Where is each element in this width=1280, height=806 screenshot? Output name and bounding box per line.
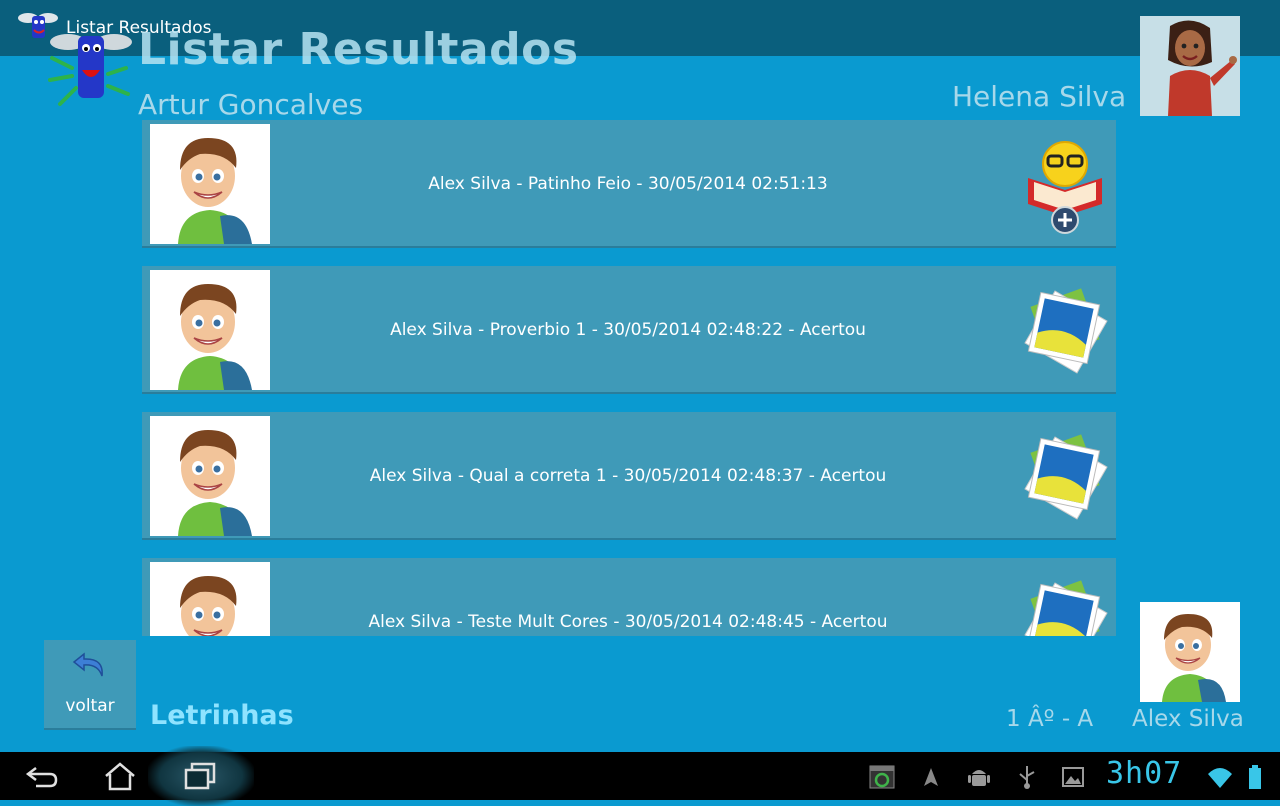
student-avatar-icon — [178, 430, 252, 536]
usb-icon — [1019, 766, 1035, 789]
home-icon[interactable] — [100, 760, 140, 792]
system-navigation-bar: 3h07 — [0, 746, 1280, 806]
android-debug-icon — [968, 770, 990, 786]
back-button-label: voltar — [65, 696, 115, 716]
result-row[interactable]: Alex Silva - Teste Mult Cores - 30/05/20… — [142, 558, 1116, 636]
student-avatar-icon — [178, 284, 252, 390]
back-icon[interactable] — [22, 760, 62, 792]
picture-stack-icon — [1024, 434, 1108, 520]
student-thumbnail — [150, 124, 270, 244]
student-thumbnail — [150, 562, 270, 636]
gallery-icon — [1062, 767, 1084, 787]
battery-icon — [1249, 765, 1261, 789]
result-text: Alex Silva - Patinho Feio - 30/05/2014 0… — [428, 174, 828, 194]
recent-apps-icon[interactable] — [180, 760, 220, 792]
picture-stack-icon — [1024, 288, 1108, 374]
letrinhas-logo-icon — [48, 34, 132, 106]
result-row[interactable]: Alex Silva - Proverbio 1 - 30/05/2014 02… — [142, 266, 1116, 394]
result-row[interactable]: Alex Silva - Patinho Feio - 30/05/2014 0… — [142, 120, 1116, 248]
teacher-avatar[interactable] — [1140, 16, 1240, 116]
app-name: Letrinhas — [150, 700, 294, 731]
result-row[interactable]: Alex Silva - Qual a correta 1 - 30/05/20… — [142, 412, 1116, 540]
clock: 3h07 — [1106, 756, 1183, 791]
teacher-name-left: Artur Goncalves — [138, 88, 364, 121]
wifi-icon — [1208, 768, 1232, 788]
result-text: Alex Silva - Proverbio 1 - 30/05/2014 02… — [390, 320, 866, 340]
student-name: Alex Silva — [1132, 706, 1244, 732]
screenshot-icon[interactable] — [868, 764, 896, 790]
result-text: Alex Silva - Qual a correta 1 - 30/05/20… — [369, 466, 887, 486]
result-text: Alex Silva - Teste Mult Cores - 30/05/20… — [368, 612, 888, 632]
page-title: Listar Resultados — [138, 24, 579, 75]
reading-smiley-icon — [1028, 141, 1102, 234]
student-thumbnail — [150, 270, 270, 390]
results-list[interactable]: Alex Silva - Patinho Feio - 30/05/2014 0… — [142, 120, 1116, 636]
class-label: 1 Âº - A — [1006, 706, 1094, 732]
student-avatar-icon — [180, 576, 237, 636]
teacher-name-right: Helena Silva — [952, 80, 1127, 113]
student-thumbnail — [150, 416, 270, 536]
student-avatar[interactable] — [1140, 602, 1240, 702]
student-avatar-icon — [178, 138, 252, 244]
back-button[interactable]: voltar — [44, 640, 136, 730]
navigation-icon — [924, 768, 938, 786]
picture-stack-icon — [1024, 580, 1108, 636]
undo-arrow-icon — [72, 652, 103, 677]
